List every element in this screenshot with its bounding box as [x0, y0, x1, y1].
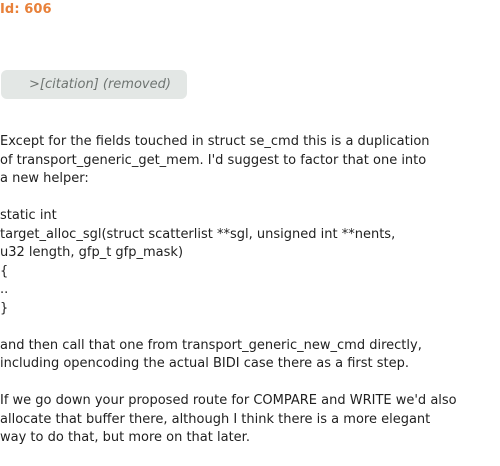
text-line: If we go down your proposed route for CO… [0, 393, 457, 408]
paragraph-code: static int target_alloc_sgl(struct scatt… [0, 207, 498, 318]
citation-text: >[citation] (removed) [29, 77, 171, 92]
citation-quote: >[citation] (removed) [1, 70, 187, 99]
text-line: of transport_generic_get_mem. I'd sugges… [0, 152, 427, 168]
code-line: { [0, 263, 9, 279]
code-line: .. [0, 282, 9, 297]
paragraph-intro: Except for the fields touched in struct … [0, 133, 498, 189]
code-line: target_alloc_sgl(struct scatterlist **sg… [0, 226, 396, 242]
code-line: u32 length, gfp_t gfp_mask) [0, 245, 184, 260]
text-line: a new helper: [0, 171, 89, 186]
code-line: static int [0, 208, 57, 223]
message-id-label: Id: 606 [0, 2, 52, 17]
text-line: Except for the fields touched in struct … [0, 134, 430, 149]
text-line: allocate that buffer there, although I t… [0, 411, 431, 427]
code-line: } [0, 300, 9, 316]
text-line: including opencoding the actual BIDI cas… [0, 356, 410, 371]
text-line: and then call that one from transport_ge… [0, 337, 422, 353]
message-body: Except for the fields touched in struct … [0, 133, 498, 466]
paragraph-followup: and then call that one from transport_ge… [0, 337, 498, 374]
text-line: way to do that, but more on that later. [0, 430, 250, 445]
paragraph-closing: If we go down your proposed route for CO… [0, 392, 498, 448]
